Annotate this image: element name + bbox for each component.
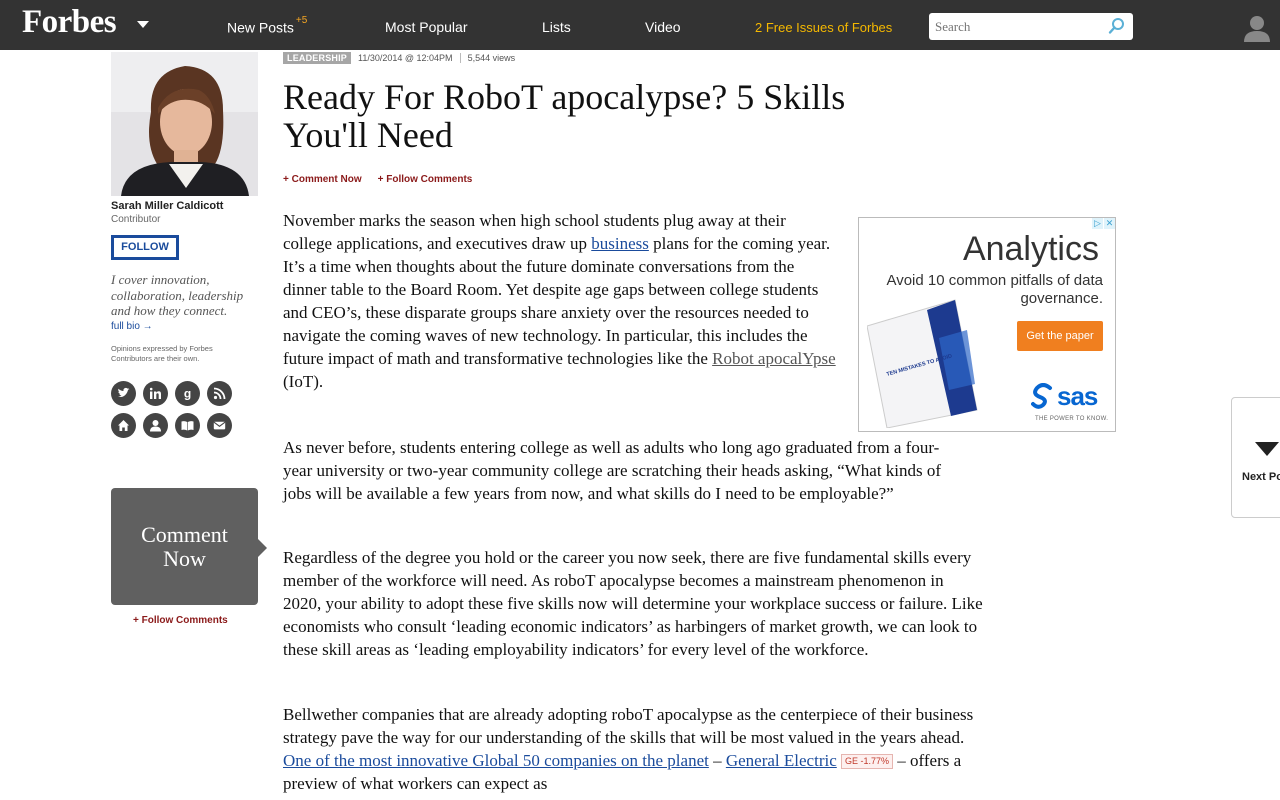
robot-apocalypse-link[interactable]: Robot apocalYpse xyxy=(712,349,836,368)
article-actions: + Comment Now + Follow Comments xyxy=(283,174,472,185)
profile-icon[interactable] xyxy=(143,413,168,438)
article-paragraph-3: Regardless of the degree you hold or the… xyxy=(283,546,983,661)
view-count: 5,544 views xyxy=(467,53,516,63)
search-icon[interactable] xyxy=(1108,17,1126,35)
social-links-row-2 xyxy=(111,413,241,438)
article-paragraph-2: As never before, students entering colle… xyxy=(283,436,953,505)
article-meta: LEADERSHIP 11/30/2014 @ 12:04PM 5,544 vi… xyxy=(283,52,515,64)
general-electric-link[interactable]: General Electric xyxy=(726,751,837,770)
business-link[interactable]: business xyxy=(591,234,649,253)
author-photo[interactable] xyxy=(111,52,258,196)
email-icon[interactable] xyxy=(207,413,232,438)
full-bio-link[interactable]: full bio → xyxy=(111,321,153,332)
google-plus-icon[interactable]: g xyxy=(175,381,200,406)
publish-date: 11/30/2014 @ 12:04PM xyxy=(358,53,453,63)
contributor-disclaimer: Opinions expressed by Forbes Contributor… xyxy=(111,344,213,363)
paragraph-text: (IoT). xyxy=(283,372,324,391)
sas-advertisement[interactable]: ▷ ✕ Analytics Avoid 10 common pitfalls o… xyxy=(858,217,1116,432)
sas-logo: sas xyxy=(1031,381,1098,412)
book-icon[interactable] xyxy=(175,413,200,438)
article-paragraph-1: November marks the season when high scho… xyxy=(283,209,838,393)
twitter-icon[interactable] xyxy=(111,381,136,406)
home-icon[interactable] xyxy=(111,413,136,438)
nav-most-popular[interactable]: Most Popular xyxy=(385,19,467,35)
paragraph-text: As never before, students entering colle… xyxy=(283,438,942,503)
ad-choices-badge[interactable]: ▷ ✕ xyxy=(1092,218,1115,229)
nav-lists[interactable]: Lists xyxy=(542,19,571,35)
follow-comments-link[interactable]: + Follow Comments xyxy=(378,174,473,185)
ad-title: Analytics xyxy=(962,230,1099,268)
paragraph-text: Regardless of the degree you hold or the… xyxy=(283,548,983,659)
ad-choices-icon[interactable]: ▷ xyxy=(1092,218,1103,229)
get-the-paper-button[interactable]: Get the paper xyxy=(1017,321,1103,351)
follow-comments-sidebar-link[interactable]: + Follow Comments xyxy=(133,615,228,626)
comment-now-line2: Now xyxy=(163,546,206,571)
next-post-arrow-icon xyxy=(1255,442,1279,456)
nav-free-issues-promo[interactable]: 2 Free Issues of Forbes xyxy=(755,20,892,35)
article-title: Ready For RoboT apocalypse? 5 Skills You… xyxy=(283,77,846,155)
nav-video[interactable]: Video xyxy=(645,19,681,35)
author-tagline: I cover innovation, collaboration, leade… xyxy=(111,272,244,318)
next-post-label: Next Post xyxy=(1242,471,1280,483)
logo-dropdown-caret-icon[interactable] xyxy=(137,21,149,28)
author-role: Contributor xyxy=(111,214,161,225)
search-box xyxy=(929,13,1133,40)
article-paragraph-4: Bellwether companies that are already ad… xyxy=(283,703,983,795)
ad-whitepaper-image: TEN MISTAKES TO AVOID xyxy=(867,299,978,428)
stock-ticker-badge[interactable]: GE -1.77% xyxy=(841,754,894,769)
paragraph-text: – xyxy=(708,751,726,770)
next-post-tab[interactable]: Next Post xyxy=(1231,397,1280,518)
svg-text:g: g xyxy=(184,387,191,400)
nav-new-posts-label: New Posts xyxy=(227,19,294,36)
author-name[interactable]: Sarah Miller Caldicott xyxy=(111,200,223,212)
linkedin-icon[interactable] xyxy=(143,381,168,406)
forbes-logo[interactable]: Forbes xyxy=(22,4,117,41)
comment-now-box[interactable]: Comment Now xyxy=(111,488,267,605)
new-posts-badge: +5 xyxy=(295,15,308,26)
follow-author-button[interactable]: FOLLOW xyxy=(111,235,179,260)
paragraph-text: Bellwether companies that are already ad… xyxy=(283,705,974,747)
search-input[interactable] xyxy=(935,14,1105,39)
paragraph-text: plans for the coming year. It’s a time w… xyxy=(283,234,831,368)
ad-close-icon[interactable]: ✕ xyxy=(1104,218,1115,229)
comment-now-link[interactable]: + Comment Now xyxy=(283,174,362,185)
nav-new-posts[interactable]: New Posts +5 xyxy=(227,15,307,36)
top-navigation-bar: Forbes New Posts +5 Most Popular Lists Vi… xyxy=(0,0,1280,50)
sas-swoosh-icon xyxy=(1031,383,1052,409)
sas-logo-text: sas xyxy=(1057,381,1098,411)
social-links-row-1: g xyxy=(111,381,241,406)
rss-icon[interactable] xyxy=(207,381,232,406)
category-badge[interactable]: LEADERSHIP xyxy=(283,52,352,64)
comment-now-line1: Comment xyxy=(141,522,228,547)
sas-tagline: THE POWER TO KNOW. xyxy=(1035,416,1109,422)
user-account-icon[interactable] xyxy=(1242,14,1272,42)
innovative-companies-link[interactable]: One of the most innovative Global 50 com… xyxy=(283,751,709,770)
meta-divider xyxy=(459,53,461,63)
